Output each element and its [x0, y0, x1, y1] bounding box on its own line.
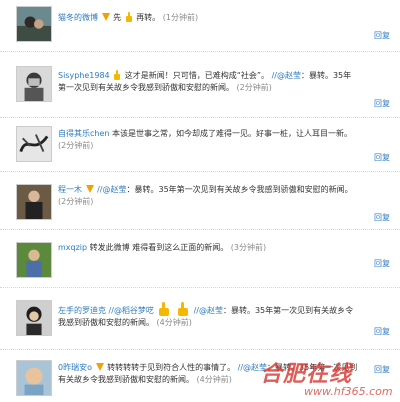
reply-button[interactable]: 回复	[374, 212, 390, 223]
comment-body: 猫冬的微博 先 再转。 (1分钟前)	[58, 12, 358, 24]
comment-text: 这才是新闻！只可惜，已难构成“社会”。	[124, 71, 270, 80]
reply-button[interactable]: 回复	[374, 364, 390, 375]
comment-list: 猫冬的微博 先 再转。 (1分钟前) 回复 Sisyphe1984 这才是新闻！…	[0, 0, 400, 402]
timestamp: (3分钟前)	[230, 243, 267, 252]
avatar[interactable]	[16, 126, 52, 162]
list-item: Sisyphe1984 这才是新闻！只可惜，已难构成“社会”。 //@赵莹：暴转…	[0, 52, 400, 118]
verified-badge-icon	[95, 362, 104, 371]
timestamp: (4分钟前)	[156, 318, 192, 327]
timestamp: (4分钟前)	[196, 375, 232, 384]
verified-badge-icon	[85, 184, 94, 193]
comment-body: 左手的罗迪克 //@稻谷梦呓 //@赵莹：暴转。35年第一次见到有关故乡令我感到…	[58, 302, 358, 329]
comment-body: mxqzip 转发此微博 难得看到这么正面的新闻。 (3分钟前)	[58, 242, 358, 254]
comment-body: 程一木 //@赵莹：暴转。35年第一次见到有关故乡令我感到骄傲和安慰的新闻。 (…	[58, 184, 358, 208]
username-link[interactable]: mxqzip	[58, 243, 87, 252]
reply-button[interactable]: 回复	[374, 326, 390, 337]
comment-body: Sisyphe1984 这才是新闻！只可惜，已难构成“社会”。 //@赵莹：暴转…	[58, 70, 358, 94]
reply-button[interactable]: 回复	[374, 30, 390, 41]
verified-badge-icon	[101, 12, 110, 21]
reply-button[interactable]: 回复	[374, 258, 390, 269]
username-link[interactable]: 自得其乐chen	[58, 129, 109, 138]
comment-text: 本该是世事之常，如今却成了难得一见。好事一桩，让人耳目一新。	[112, 129, 353, 138]
reply-button[interactable]: 回复	[374, 152, 390, 163]
avatar[interactable]	[16, 242, 52, 278]
username-link[interactable]: 猫冬的微博	[58, 13, 98, 22]
mention-link[interactable]: //@稻谷梦呓	[109, 306, 154, 315]
mention-link[interactable]: //@赵莹	[238, 363, 267, 372]
username-link[interactable]: 左手的罗迪克	[58, 306, 106, 315]
comment-body: 0昨瑞安o 转转转转于见到符合人性的事情了。 //@赵莹：暴转。35年第一次见到…	[58, 362, 358, 386]
thumbs-up-icon	[157, 302, 171, 316]
comment-text: 转发此微博 难得看到这么正面的新闻。	[89, 243, 229, 252]
mention-link[interactable]: //@赵莹	[194, 306, 223, 315]
mention-link[interactable]: //@赵莹	[272, 71, 301, 80]
avatar[interactable]	[16, 66, 52, 102]
timestamp: (2分钟前)	[236, 83, 272, 92]
reply-button[interactable]: 回复	[374, 98, 390, 109]
comment-text: 先	[113, 13, 122, 22]
avatar[interactable]	[16, 184, 52, 220]
comment-text: ：暴转。35年第一次见到有关故乡令我感到骄傲和安慰的新闻。	[126, 185, 353, 194]
timestamp: (2分钟前)	[58, 197, 94, 206]
username-link[interactable]: 0昨瑞安o	[58, 363, 92, 372]
username-link[interactable]: Sisyphe1984	[58, 71, 110, 80]
mention-link[interactable]: //@赵莹	[97, 185, 126, 194]
thumbs-up-icon	[176, 302, 190, 316]
list-item: 0昨瑞安o 转转转转于见到符合人性的事情了。 //@赵莹：暴转。35年第一次见到…	[0, 350, 400, 402]
list-item: mxqzip 转发此微博 难得看到这么正面的新闻。 (3分钟前) 回复	[0, 230, 400, 288]
comment-body: 自得其乐chen 本该是世事之常，如今却成了难得一见。好事一桩，让人耳目一新。 …	[58, 128, 358, 152]
thumbs-up-icon	[125, 12, 133, 22]
list-item: 猫冬的微博 先 再转。 (1分钟前) 回复	[0, 0, 400, 52]
comment-text: 转转转转于见到符合人性的事情了。	[107, 363, 236, 372]
username-link[interactable]: 程一木	[58, 185, 82, 194]
timestamp: (1分钟前)	[162, 13, 199, 22]
thumbs-up-icon	[113, 70, 121, 80]
list-item: 左手的罗迪克 //@稻谷梦呓 //@赵莹：暴转。35年第一次见到有关故乡令我感到…	[0, 288, 400, 350]
timestamp: (2分钟前)	[58, 141, 94, 150]
avatar[interactable]	[16, 300, 52, 336]
list-item: 程一木 //@赵莹：暴转。35年第一次见到有关故乡令我感到骄傲和安慰的新闻。 (…	[0, 172, 400, 230]
avatar[interactable]	[16, 360, 52, 396]
comment-text: 再转。	[136, 13, 161, 22]
list-item: 自得其乐chen 本该是世事之常，如今却成了难得一见。好事一桩，让人耳目一新。 …	[0, 118, 400, 172]
avatar[interactable]	[16, 6, 52, 42]
